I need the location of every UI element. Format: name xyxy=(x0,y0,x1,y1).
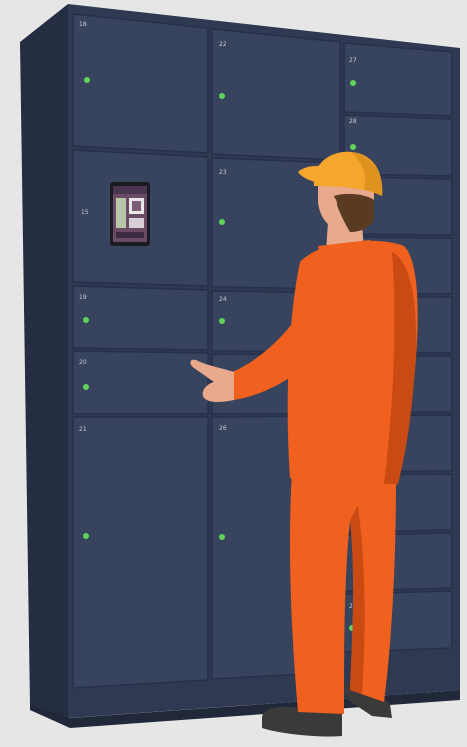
locker-number: 28 xyxy=(349,118,357,125)
locker-scene: 18 15 19 20 21 22 23 24 26 27 28 29 xyxy=(0,0,467,747)
locker-number: 23 xyxy=(219,169,227,176)
locker-number: 15 xyxy=(81,209,89,216)
led-indicator-icon xyxy=(219,318,225,324)
locker-number: 26 xyxy=(219,425,227,432)
locker-door-22[interactable]: 22 xyxy=(211,28,341,161)
led-indicator-icon xyxy=(219,93,225,99)
led-indicator-icon xyxy=(83,384,89,390)
led-indicator-icon xyxy=(84,77,90,83)
locker-door-18[interactable]: 18 xyxy=(72,13,209,154)
led-indicator-icon xyxy=(350,144,356,150)
locker-number: 19 xyxy=(79,294,87,301)
locker-door-21[interactable]: 21 xyxy=(72,416,209,689)
locker-door-20[interactable]: 20 xyxy=(72,350,209,415)
led-indicator-icon xyxy=(83,533,89,539)
worker-ear xyxy=(327,197,337,211)
led-indicator-icon xyxy=(350,80,356,86)
locker-door-27[interactable]: 27 xyxy=(343,42,453,117)
locker-door-19[interactable]: 19 xyxy=(72,285,209,351)
led-indicator-icon xyxy=(219,219,225,225)
locker-number: 20 xyxy=(79,359,87,366)
locker-number: 27 xyxy=(349,57,357,64)
locker-number: 22 xyxy=(219,41,227,48)
locker-number: 18 xyxy=(79,21,87,28)
locker-number: 21 xyxy=(79,426,87,433)
led-indicator-icon xyxy=(219,534,225,540)
worker-legs xyxy=(290,470,396,714)
touchscreen-terminal-icon[interactable] xyxy=(110,182,150,246)
led-indicator-icon xyxy=(83,317,89,323)
locker-number: 24 xyxy=(219,296,227,303)
